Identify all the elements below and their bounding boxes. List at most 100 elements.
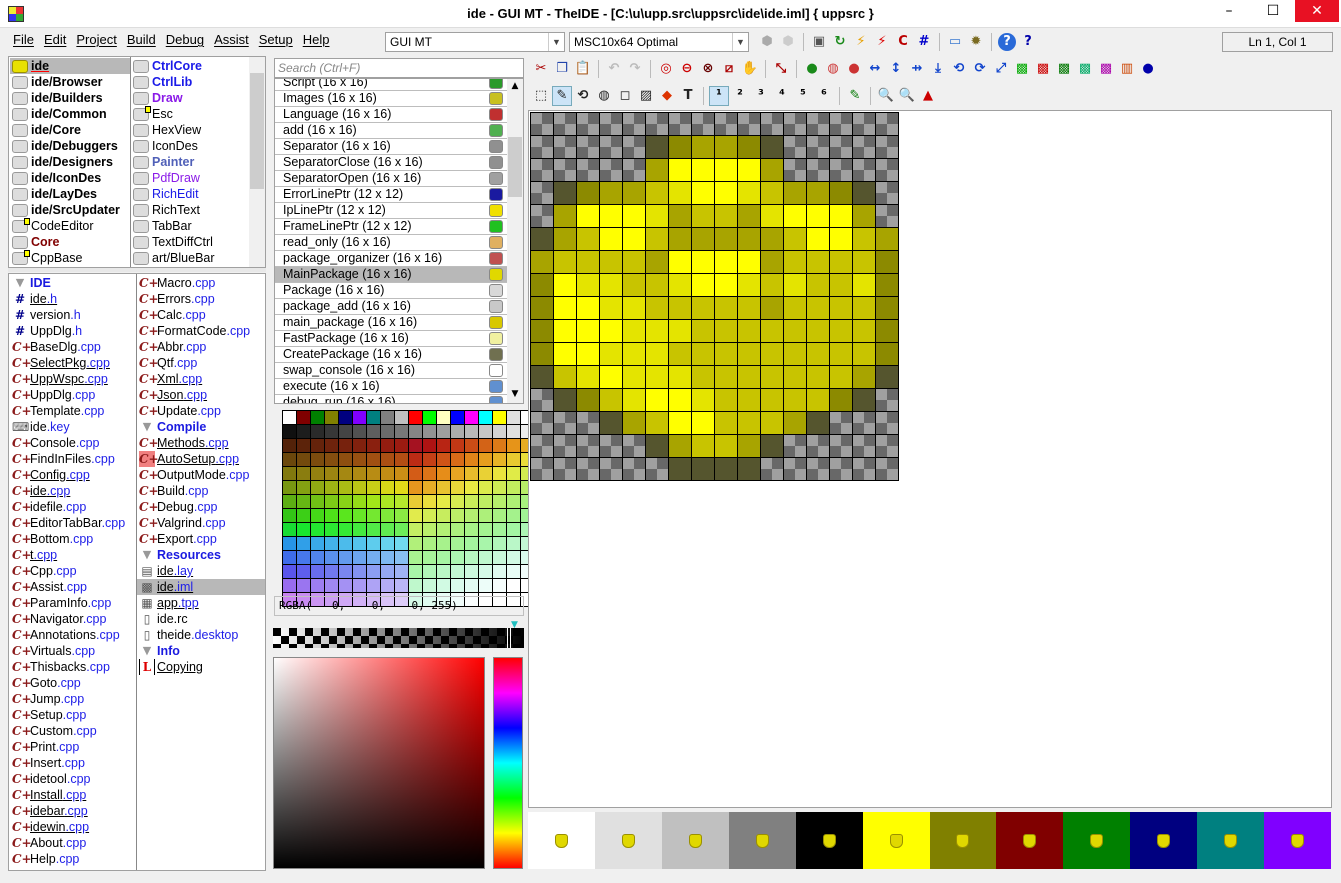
palette-swatch[interactable] bbox=[325, 425, 338, 438]
pixel[interactable] bbox=[738, 412, 760, 434]
palette-swatch[interactable] bbox=[451, 467, 464, 480]
package-item[interactable]: Draw bbox=[131, 90, 249, 106]
transparent-pixel[interactable] bbox=[531, 412, 553, 434]
palette-swatch[interactable] bbox=[423, 579, 436, 592]
palette-swatch[interactable] bbox=[507, 509, 520, 522]
package-list-scrollbar[interactable] bbox=[249, 57, 265, 267]
pixel[interactable] bbox=[577, 205, 599, 227]
transparent-pixel[interactable] bbox=[554, 113, 576, 135]
paste-icon[interactable]: 📋 bbox=[574, 60, 592, 78]
help-icon[interactable]: ? bbox=[998, 33, 1016, 51]
palette-swatch[interactable] bbox=[297, 509, 310, 522]
palette-swatch[interactable] bbox=[465, 411, 478, 424]
palette-swatch[interactable] bbox=[423, 453, 436, 466]
pixel[interactable] bbox=[554, 343, 576, 365]
transparent-pixel[interactable] bbox=[554, 435, 576, 457]
palette-swatch[interactable] bbox=[493, 495, 506, 508]
transparent-pixel[interactable] bbox=[853, 458, 875, 480]
palette-swatch[interactable] bbox=[395, 523, 408, 536]
palette-swatch[interactable] bbox=[409, 565, 422, 578]
pixel[interactable] bbox=[830, 366, 852, 388]
build-package-icon[interactable]: ⬢ bbox=[758, 33, 776, 51]
package-item[interactable]: ide bbox=[10, 58, 130, 74]
palette-swatch[interactable] bbox=[423, 551, 436, 564]
pixel[interactable] bbox=[669, 412, 691, 434]
palette-swatch[interactable] bbox=[451, 425, 464, 438]
pixel[interactable] bbox=[531, 343, 553, 365]
palette-swatch[interactable] bbox=[493, 565, 506, 578]
pixel[interactable] bbox=[692, 182, 714, 204]
pixel[interactable] bbox=[715, 205, 737, 227]
transparent-swatch[interactable]: ✚ bbox=[283, 411, 296, 424]
pixel[interactable] bbox=[692, 159, 714, 181]
cut-icon[interactable]: ✂ bbox=[532, 60, 550, 78]
menu-help[interactable]: Help bbox=[298, 32, 335, 52]
file-item[interactable]: C+ SelectPkg.cpp bbox=[10, 355, 136, 371]
pixel[interactable] bbox=[853, 274, 875, 296]
palette-swatch[interactable] bbox=[353, 411, 366, 424]
pixel[interactable] bbox=[669, 366, 691, 388]
palette-swatch[interactable] bbox=[325, 481, 338, 494]
pixel[interactable] bbox=[692, 205, 714, 227]
palette-swatch[interactable] bbox=[381, 551, 394, 564]
pixel[interactable] bbox=[554, 297, 576, 319]
package-item[interactable]: ide/SrcUpdater bbox=[10, 202, 130, 218]
palette-swatch[interactable] bbox=[325, 523, 338, 536]
palette-swatch[interactable] bbox=[493, 467, 506, 480]
pixel[interactable] bbox=[577, 297, 599, 319]
palette-swatch[interactable] bbox=[437, 523, 450, 536]
pixel[interactable] bbox=[692, 297, 714, 319]
pixel[interactable] bbox=[807, 366, 829, 388]
palette-swatch[interactable] bbox=[395, 467, 408, 480]
pixel[interactable] bbox=[738, 159, 760, 181]
palette-swatch[interactable] bbox=[283, 481, 296, 494]
palette-swatch[interactable] bbox=[367, 411, 380, 424]
palette-swatch[interactable] bbox=[465, 509, 478, 522]
pixel[interactable] bbox=[807, 182, 829, 204]
group-collapse-icon[interactable]: ▼ bbox=[139, 419, 155, 435]
image-list-item[interactable]: main_package (16 x 16) bbox=[275, 315, 507, 331]
pixel[interactable] bbox=[646, 343, 668, 365]
transparent-pixel[interactable] bbox=[853, 136, 875, 158]
palette-swatch[interactable] bbox=[409, 551, 422, 564]
palette-swatch[interactable] bbox=[339, 551, 352, 564]
package-item[interactable]: Painter bbox=[131, 154, 249, 170]
palette-swatch[interactable] bbox=[381, 523, 394, 536]
rebuild-icon[interactable]: ↻ bbox=[831, 33, 849, 51]
palette-swatch[interactable] bbox=[437, 453, 450, 466]
palette-swatch[interactable] bbox=[423, 481, 436, 494]
palette-swatch[interactable] bbox=[423, 537, 436, 550]
file-item[interactable]: C+ Macro.cpp bbox=[137, 275, 265, 291]
palette-swatch[interactable] bbox=[507, 565, 520, 578]
palette-swatch[interactable] bbox=[493, 509, 506, 522]
palette-swatch[interactable] bbox=[409, 495, 422, 508]
palette-swatch[interactable] bbox=[311, 481, 324, 494]
transparent-pixel[interactable] bbox=[876, 205, 898, 227]
palette-swatch[interactable] bbox=[367, 565, 380, 578]
palette-swatch[interactable] bbox=[283, 565, 296, 578]
hand-icon[interactable]: ✋ bbox=[741, 60, 759, 78]
undo-icon[interactable]: ↶ bbox=[605, 60, 623, 78]
pixel[interactable] bbox=[853, 320, 875, 342]
file-item[interactable]: C+ t.cpp bbox=[10, 547, 136, 563]
palette-swatch[interactable] bbox=[479, 565, 492, 578]
pixel[interactable] bbox=[853, 366, 875, 388]
menu-edit[interactable]: Edit bbox=[39, 32, 71, 52]
transparent-pixel[interactable] bbox=[531, 182, 553, 204]
palette-swatch[interactable] bbox=[353, 551, 366, 564]
pen-size-4-icon[interactable]: ⁴ bbox=[773, 87, 791, 105]
palette-swatch[interactable] bbox=[437, 537, 450, 550]
palette-swatch[interactable] bbox=[451, 537, 464, 550]
transparent-pixel[interactable] bbox=[830, 159, 852, 181]
transparent-pixel[interactable] bbox=[531, 136, 553, 158]
palette-swatch[interactable] bbox=[367, 467, 380, 480]
file-item[interactable]: C+ Qtf.cpp bbox=[137, 355, 265, 371]
pixel[interactable] bbox=[669, 389, 691, 411]
transparent-pixel[interactable] bbox=[876, 435, 898, 457]
palette-swatch[interactable] bbox=[381, 579, 394, 592]
pixel[interactable] bbox=[646, 389, 668, 411]
pixel[interactable] bbox=[853, 205, 875, 227]
palette-swatch[interactable] bbox=[353, 453, 366, 466]
transparent-pixel[interactable] bbox=[554, 412, 576, 434]
palette-swatch[interactable] bbox=[493, 551, 506, 564]
